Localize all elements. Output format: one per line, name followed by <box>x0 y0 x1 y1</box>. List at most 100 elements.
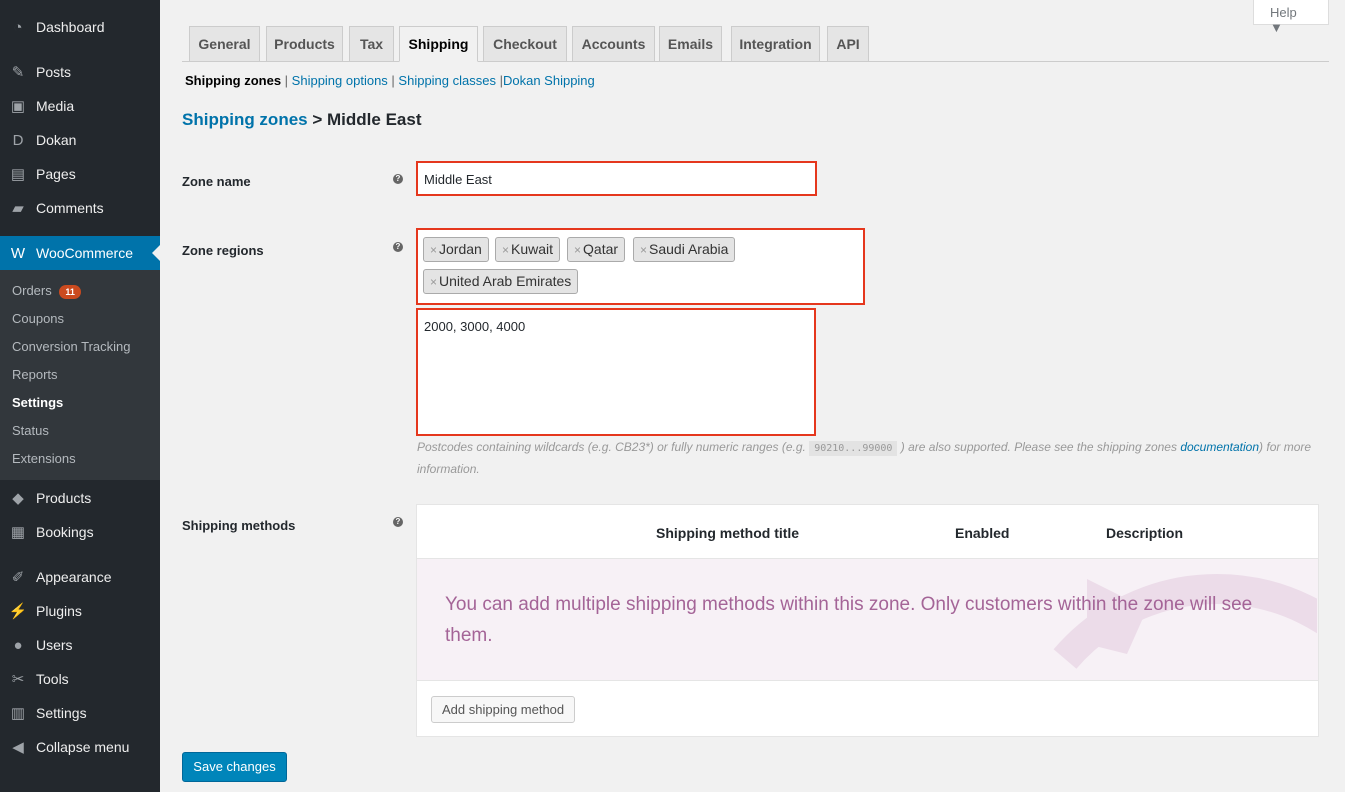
sidebar-item-label: Comments <box>36 200 104 216</box>
submenu-item-extensions[interactable]: Extensions <box>12 451 76 466</box>
sidebar-item-tools[interactable]: ✂ Tools <box>0 662 160 696</box>
subnav-shipping-classes[interactable]: Shipping classes <box>398 73 496 88</box>
dokan-icon: D <box>12 131 24 149</box>
tab-accounts[interactable]: Accounts <box>572 26 655 62</box>
sidebar-item-woocommerce[interactable]: W WooCommerce <box>0 236 160 270</box>
subnav-shipping-options[interactable]: Shipping options <box>292 73 388 88</box>
orders-count-badge: 11 <box>59 284 81 299</box>
sidebar-item-label: Dokan <box>36 132 77 148</box>
region-chip[interactable]: × United Arab Emirates <box>423 269 579 294</box>
wrench-icon: ✂ <box>11 671 25 688</box>
zone-name-input[interactable]: Middle East <box>416 161 817 196</box>
comments-icon: ▰ <box>12 200 24 217</box>
submenu-item-coupons[interactable]: Coupons <box>12 311 64 326</box>
tab-tax[interactable]: Tax <box>349 26 394 62</box>
collapse-icon: ◀ <box>12 739 24 756</box>
sidebar-item-label: Posts <box>36 64 72 80</box>
tab-integration[interactable]: Integration <box>731 26 820 62</box>
remove-icon[interactable]: × <box>502 243 509 257</box>
region-chip[interactable]: × Jordan <box>423 237 489 262</box>
region-chip[interactable]: × Qatar <box>567 237 626 262</box>
sidebar-item-label: Tools <box>36 671 69 687</box>
add-shipping-method-button[interactable]: Add shipping method <box>431 696 576 723</box>
submenu-label: Reports <box>12 367 58 382</box>
sidebar-item-appearance[interactable]: ✐ Appearance <box>0 560 160 594</box>
col-title: Shipping method title <box>656 525 800 541</box>
sidebar-item-label: Bookings <box>36 524 94 540</box>
tab-products[interactable]: Products <box>266 26 343 62</box>
save-changes-button[interactable]: Save changes <box>182 752 287 782</box>
sidebar-item-posts[interactable]: ✎ Posts <box>0 55 160 89</box>
region-label: Kuwait <box>511 241 554 257</box>
sidebar-item-products[interactable]: ◆ Products <box>0 481 160 515</box>
submenu-item-reports[interactable]: Reports <box>12 367 58 382</box>
remove-icon[interactable]: × <box>640 243 647 257</box>
submenu-label: Settings <box>12 395 64 410</box>
zone-regions-label: Zone regions <box>182 243 264 258</box>
sidebar-item-comments[interactable]: ▰ Comments <box>0 191 160 225</box>
sidebar-item-pages[interactable]: ▤ Pages <box>0 157 160 191</box>
brush-icon: ✐ <box>11 569 25 586</box>
region-chip[interactable]: × Saudi Arabia <box>633 237 736 262</box>
remove-icon[interactable]: × <box>430 275 437 289</box>
sidebar-item-settings[interactable]: ▥ Settings <box>0 696 160 730</box>
region-label: Qatar <box>583 241 619 257</box>
submenu-label: Extensions <box>12 451 76 466</box>
woocommerce-submenu: Orders 11 Coupons Conversion Tracking Repor… <box>0 270 160 480</box>
subnav-dokan-shipping[interactable]: Dokan Shipping <box>503 73 595 88</box>
help-tip-icon[interactable]: ? <box>393 242 403 252</box>
sidebar-item-label: Media <box>36 98 75 114</box>
sidebar-item-label: Dashboard <box>36 19 105 35</box>
submenu-item-settings[interactable]: Settings <box>12 395 63 410</box>
tab-shipping[interactable]: Shipping <box>399 26 478 62</box>
submenu-item-status[interactable]: Status <box>12 423 49 438</box>
settings-icon: ▥ <box>10 705 26 722</box>
submenu-label: Coupons <box>12 311 65 326</box>
sidebar-item-bookings[interactable]: ▦ Bookings <box>0 515 160 549</box>
sidebar-item-label: WooCommerce <box>36 245 133 261</box>
postcodes-textarea[interactable]: 2000, 3000, 4000 <box>416 308 816 436</box>
breadcrumb: Shipping zones > Middle East <box>182 110 421 130</box>
tab-api[interactable]: API <box>827 26 869 62</box>
submenu-label: Conversion Tracking <box>12 339 131 354</box>
woo-icon: W <box>10 244 26 262</box>
sidebar-item-dokan[interactable]: D Dokan <box>0 123 160 157</box>
submenu-item-conversion-tracking[interactable]: Conversion Tracking <box>12 339 131 354</box>
sidebar-item-label: Plugins <box>36 603 82 619</box>
pages-icon: ▤ <box>10 166 26 183</box>
sidebar-item-label: Appearance <box>36 569 112 585</box>
sidebar-item-collapse-menu[interactable]: ◀ Collapse menu <box>0 730 160 764</box>
region-chip[interactable]: × Kuwait <box>495 237 561 262</box>
breadcrumb-shipping-zones[interactable]: Shipping zones <box>182 110 308 129</box>
subnav-current: Shipping zones <box>185 73 282 88</box>
sidebar-item-media[interactable]: ▣ Media <box>0 89 160 123</box>
zone-name-label: Zone name <box>182 174 251 189</box>
products-icon: ◆ <box>12 490 24 507</box>
help-tip-icon[interactable]: ? <box>393 517 403 527</box>
submenu-item-orders[interactable]: Orders 11 <box>12 283 81 299</box>
plugin-icon: ⚡ <box>8 603 28 620</box>
blank-state-text: You can add multiple shipping methods wi… <box>445 594 1253 646</box>
sidebar-item-label: Collapse menu <box>36 739 130 755</box>
sidebar-item-plugins[interactable]: ⚡ Plugins <box>0 594 160 628</box>
remove-icon[interactable]: × <box>430 243 437 257</box>
settings-tabs: General Products Tax Shipping Checkout Accoun… <box>182 26 1329 62</box>
region-label: Jordan <box>439 241 482 257</box>
sidebar-item-dashboard[interactable]: ◔ Dashboard <box>0 10 160 44</box>
help-tip-icon[interactable]: ? <box>393 174 403 184</box>
remove-icon[interactable]: × <box>574 243 581 257</box>
tab-general[interactable]: General <box>189 26 260 62</box>
help-button[interactable]: Help ▼ <box>1253 0 1329 35</box>
hint-text: Postcodes containing wildcards (e.g. CB2… <box>417 440 810 454</box>
tab-checkout[interactable]: Checkout <box>483 26 567 62</box>
sidebar-item-users[interactable]: ● Users <box>0 628 160 662</box>
sidebar-item-label: Users <box>36 637 73 653</box>
postcodes-hint: Postcodes containing wildcards (e.g. CB2… <box>417 437 1322 479</box>
sidebar-item-label: Pages <box>36 166 76 182</box>
breadcrumb-sep: > <box>312 110 323 129</box>
documentation-link[interactable]: documentation <box>1180 440 1259 454</box>
shipping-methods-label: Shipping methods <box>182 518 296 533</box>
zone-regions-select[interactable]: × Jordan × Kuwait × Qatar × Saudi Arabia × United… <box>416 228 865 305</box>
region-label: United Arab Emirates <box>439 273 572 289</box>
tab-emails[interactable]: Emails <box>659 26 722 62</box>
